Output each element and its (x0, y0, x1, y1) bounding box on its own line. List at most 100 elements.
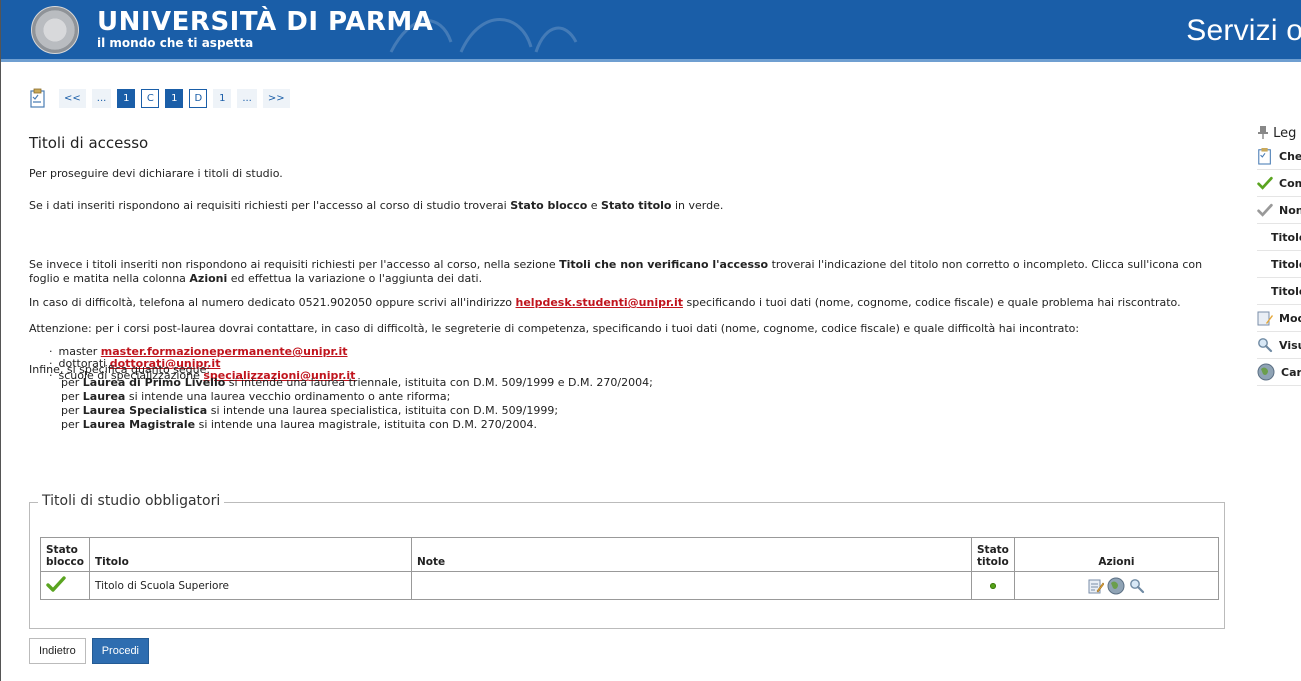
magnifier-icon[interactable] (1129, 578, 1145, 594)
form-actions: Indietro Procedi (29, 638, 149, 664)
legend-item-green: Titolo (1257, 224, 1301, 251)
pager-step-d[interactable]: D (189, 88, 208, 108)
text-fragment: per (61, 404, 83, 417)
text-bold: Stato blocco (510, 199, 588, 212)
legend-item-label: Titolo (1271, 284, 1301, 298)
definition-item: per Laurea si intende una laurea vecchio… (61, 390, 653, 404)
cell-stato-titolo (971, 571, 1015, 600)
legend-item-label: Titolo (1271, 257, 1301, 271)
text-fragment: specificando i tuoi dati (nome, cognome,… (683, 296, 1181, 309)
header-text: blocco (46, 556, 84, 568)
legend-item-label: Com (1279, 176, 1301, 190)
green-status-dot-icon (989, 582, 996, 589)
header-band (1, 59, 1301, 62)
text-bold: Laurea Magistrale (82, 418, 196, 431)
checklist-icon (1258, 148, 1271, 165)
text-fragment: per (61, 418, 83, 431)
text-fragment: In caso di difficoltà, telefona al numer… (29, 296, 516, 309)
magnifier-icon (1258, 338, 1273, 353)
legend-item-label: Car (1281, 365, 1301, 379)
legend-item-label: Visu (1279, 338, 1301, 352)
required-titles-fieldset: Titoli di studio obbligatori Stato blocco… (29, 493, 1225, 629)
legend-title-text: Leg (1273, 126, 1297, 141)
postgrad-text: Attenzione: per i corsi post-laurea dovr… (29, 322, 1080, 335)
text-bold: Laurea Specialistica (82, 404, 208, 417)
checklist-icon (30, 88, 45, 108)
text-fragment: si intende una laurea triennale, istitui… (225, 376, 653, 389)
text-fragment: ed effettua la variazione o l'aggiunta d… (227, 272, 483, 285)
pager-step-1a[interactable]: 1 (117, 88, 136, 108)
university-seal-logo (31, 6, 79, 54)
legend-title: Leg (1257, 125, 1301, 143)
edit-sheet-icon (1257, 311, 1273, 326)
legend-item-view: Visu (1257, 332, 1301, 359)
col-stato-titolo: Stato titolo (971, 537, 1015, 572)
text-bold: Titoli che non verificano l'accesso (559, 258, 769, 271)
legend-panel: Leg Che Com Non Titolo Titolo Titolo (1257, 125, 1301, 386)
back-button[interactable]: Indietro (29, 638, 86, 664)
page-header: UNIVERSITÀ DI PARMA il mondo che ti aspe… (1, 0, 1301, 62)
page-title: Titoli di accesso (29, 134, 149, 152)
definition-item: per Laurea di Primo Livello si intende u… (61, 376, 653, 390)
col-titolo: Titolo (89, 537, 412, 572)
header-watermark (389, 18, 578, 53)
cell-azioni (1013, 571, 1220, 600)
step-pager: << ... 1 C 1 D 1 ... >> (29, 88, 290, 108)
text-fragment: e (587, 199, 602, 212)
fieldset-legend: Titoli di studio obbligatori (38, 493, 225, 509)
pager-step-current[interactable]: 1 (165, 88, 184, 108)
text-fragment: si intende una laurea vecchio ordinament… (125, 390, 451, 403)
legend-item-label: Non (1279, 203, 1301, 217)
legend-item-complete: Com (1257, 170, 1301, 197)
definition-item: per Laurea Magistrale si intende una lau… (61, 418, 653, 432)
edit-sheet-icon[interactable] (1088, 578, 1105, 594)
legend-item-label: Titolo (1271, 230, 1301, 244)
text-fragment: Se invece i titoli inseriti non rispondo… (29, 258, 560, 271)
pager-ellipsis-right: ... (237, 88, 257, 108)
cell-note (411, 571, 972, 600)
green-check-icon (1257, 176, 1273, 190)
pager-first[interactable]: << (59, 88, 86, 108)
col-stato-blocco: Stato blocco (40, 537, 90, 572)
legend-item-label: Che (1279, 149, 1301, 163)
definitions-intro: Infine, si specifica quanto segue: (29, 363, 211, 376)
cell-titolo: Titolo di Scuola Superiore (89, 571, 412, 600)
text-bold: Laurea (82, 390, 126, 403)
legend-item-red: Titolo (1257, 251, 1301, 278)
text-fragment: Se i dati inseriti rispondono ai requisi… (29, 199, 511, 212)
services-online-title: Servizi on (1186, 14, 1301, 47)
globe-icon (1257, 363, 1275, 381)
legend-item-checklist: Che (1257, 143, 1301, 170)
helpdesk-email-link[interactable]: helpdesk.studenti@unipr.it (516, 296, 684, 309)
text-bold: Laurea di Primo Livello (82, 376, 226, 389)
requirements-text: Se i dati inseriti rispondono ai requisi… (29, 199, 723, 213)
pager-ellipsis-left: ... (91, 88, 112, 108)
proceed-button[interactable]: Procedi (91, 638, 149, 664)
text-fragment: si intende una laurea magistrale, istitu… (195, 418, 537, 431)
header-text: titolo (977, 556, 1009, 568)
text-fragment: in verde. (671, 199, 724, 212)
globe-icon[interactable] (1107, 577, 1125, 595)
legend-item-yellow: Titolo (1257, 278, 1301, 305)
legend-item-not-complete: Non (1257, 197, 1301, 224)
cell-stato-blocco (40, 571, 90, 600)
text-fragment: si intende una laurea specialistica, ist… (207, 404, 559, 417)
pager-step-c[interactable]: C (141, 88, 160, 108)
pager-last[interactable]: >> (262, 88, 290, 108)
green-check-icon (46, 576, 66, 592)
correction-text: Se invece i titoli inseriti non rispondo… (29, 258, 1224, 286)
legend-item-upload: Car (1257, 359, 1301, 386)
definitions-list: per Laurea di Primo Livello si intende u… (61, 376, 653, 432)
text-fragment: per (61, 376, 83, 389)
legend-item-edit: Mod (1257, 305, 1301, 332)
header-text: Stato (46, 544, 78, 556)
table-row: Titolo di Scuola Superiore (40, 571, 1220, 600)
header-text: Stato (977, 544, 1009, 556)
col-azioni: Azioni (1013, 537, 1220, 572)
text-bold: Azioni (189, 272, 228, 285)
intro-text: Per proseguire devi dichiarare i titoli … (29, 167, 283, 180)
helpdesk-text: In caso di difficoltà, telefona al numer… (29, 296, 1181, 310)
pager-step-1b[interactable]: 1 (213, 88, 232, 108)
pushpin-icon[interactable] (1257, 125, 1269, 139)
text-fragment: per (61, 390, 83, 403)
